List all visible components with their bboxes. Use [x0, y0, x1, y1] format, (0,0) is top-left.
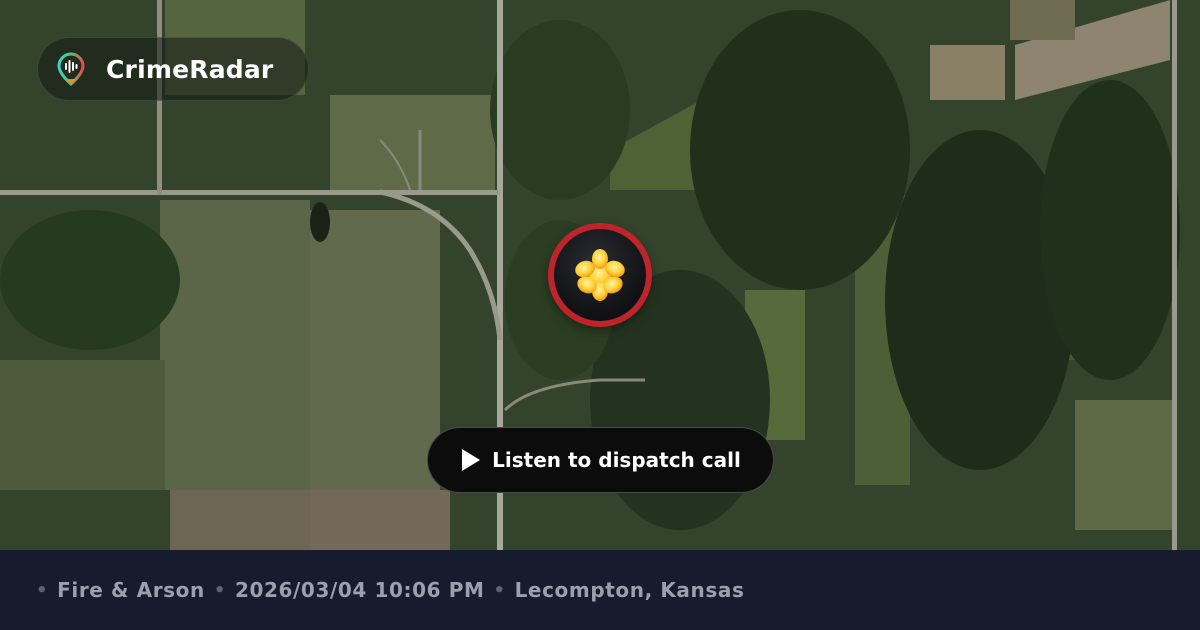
radar-pin-icon — [57, 52, 85, 86]
incident-marker[interactable] — [548, 223, 652, 327]
field-patch — [330, 95, 495, 190]
listen-dispatch-button[interactable]: Listen to dispatch call — [427, 427, 774, 493]
separator-dot: • — [213, 579, 226, 601]
field-patch — [310, 210, 440, 490]
forest-patch — [0, 210, 180, 350]
forest-patch — [690, 10, 910, 290]
field-patch — [170, 490, 310, 550]
field-patch — [160, 200, 310, 490]
field-patch — [0, 360, 165, 490]
field-patch — [1010, 0, 1075, 40]
incident-location: Lecompton, Kansas — [514, 578, 745, 602]
field-patch — [930, 45, 1005, 100]
play-icon — [462, 449, 481, 471]
brand-badge[interactable]: CrimeRadar — [37, 37, 309, 101]
share-card: CrimeRadar Listen to dispatch call • Fir… — [0, 0, 1200, 630]
pond — [310, 202, 330, 242]
separator-dot: • — [36, 579, 49, 601]
field-patch — [1075, 400, 1175, 530]
field-patch — [310, 490, 450, 550]
forest-patch — [1040, 80, 1180, 380]
road — [1172, 0, 1177, 550]
incident-category: Fire & Arson — [57, 578, 205, 602]
road — [0, 190, 500, 195]
incident-info-bar: • Fire & Arson • 2026/03/04 10:06 PM • L… — [0, 550, 1200, 630]
brand-name: CrimeRadar — [106, 54, 274, 84]
listen-dispatch-label: Listen to dispatch call — [492, 448, 741, 472]
forest-patch — [490, 20, 630, 200]
separator-dot: • — [493, 579, 506, 601]
marker-face — [554, 229, 646, 321]
flame-burst-icon — [575, 249, 625, 301]
incident-datetime: 2026/03/04 10:06 PM — [234, 578, 485, 602]
